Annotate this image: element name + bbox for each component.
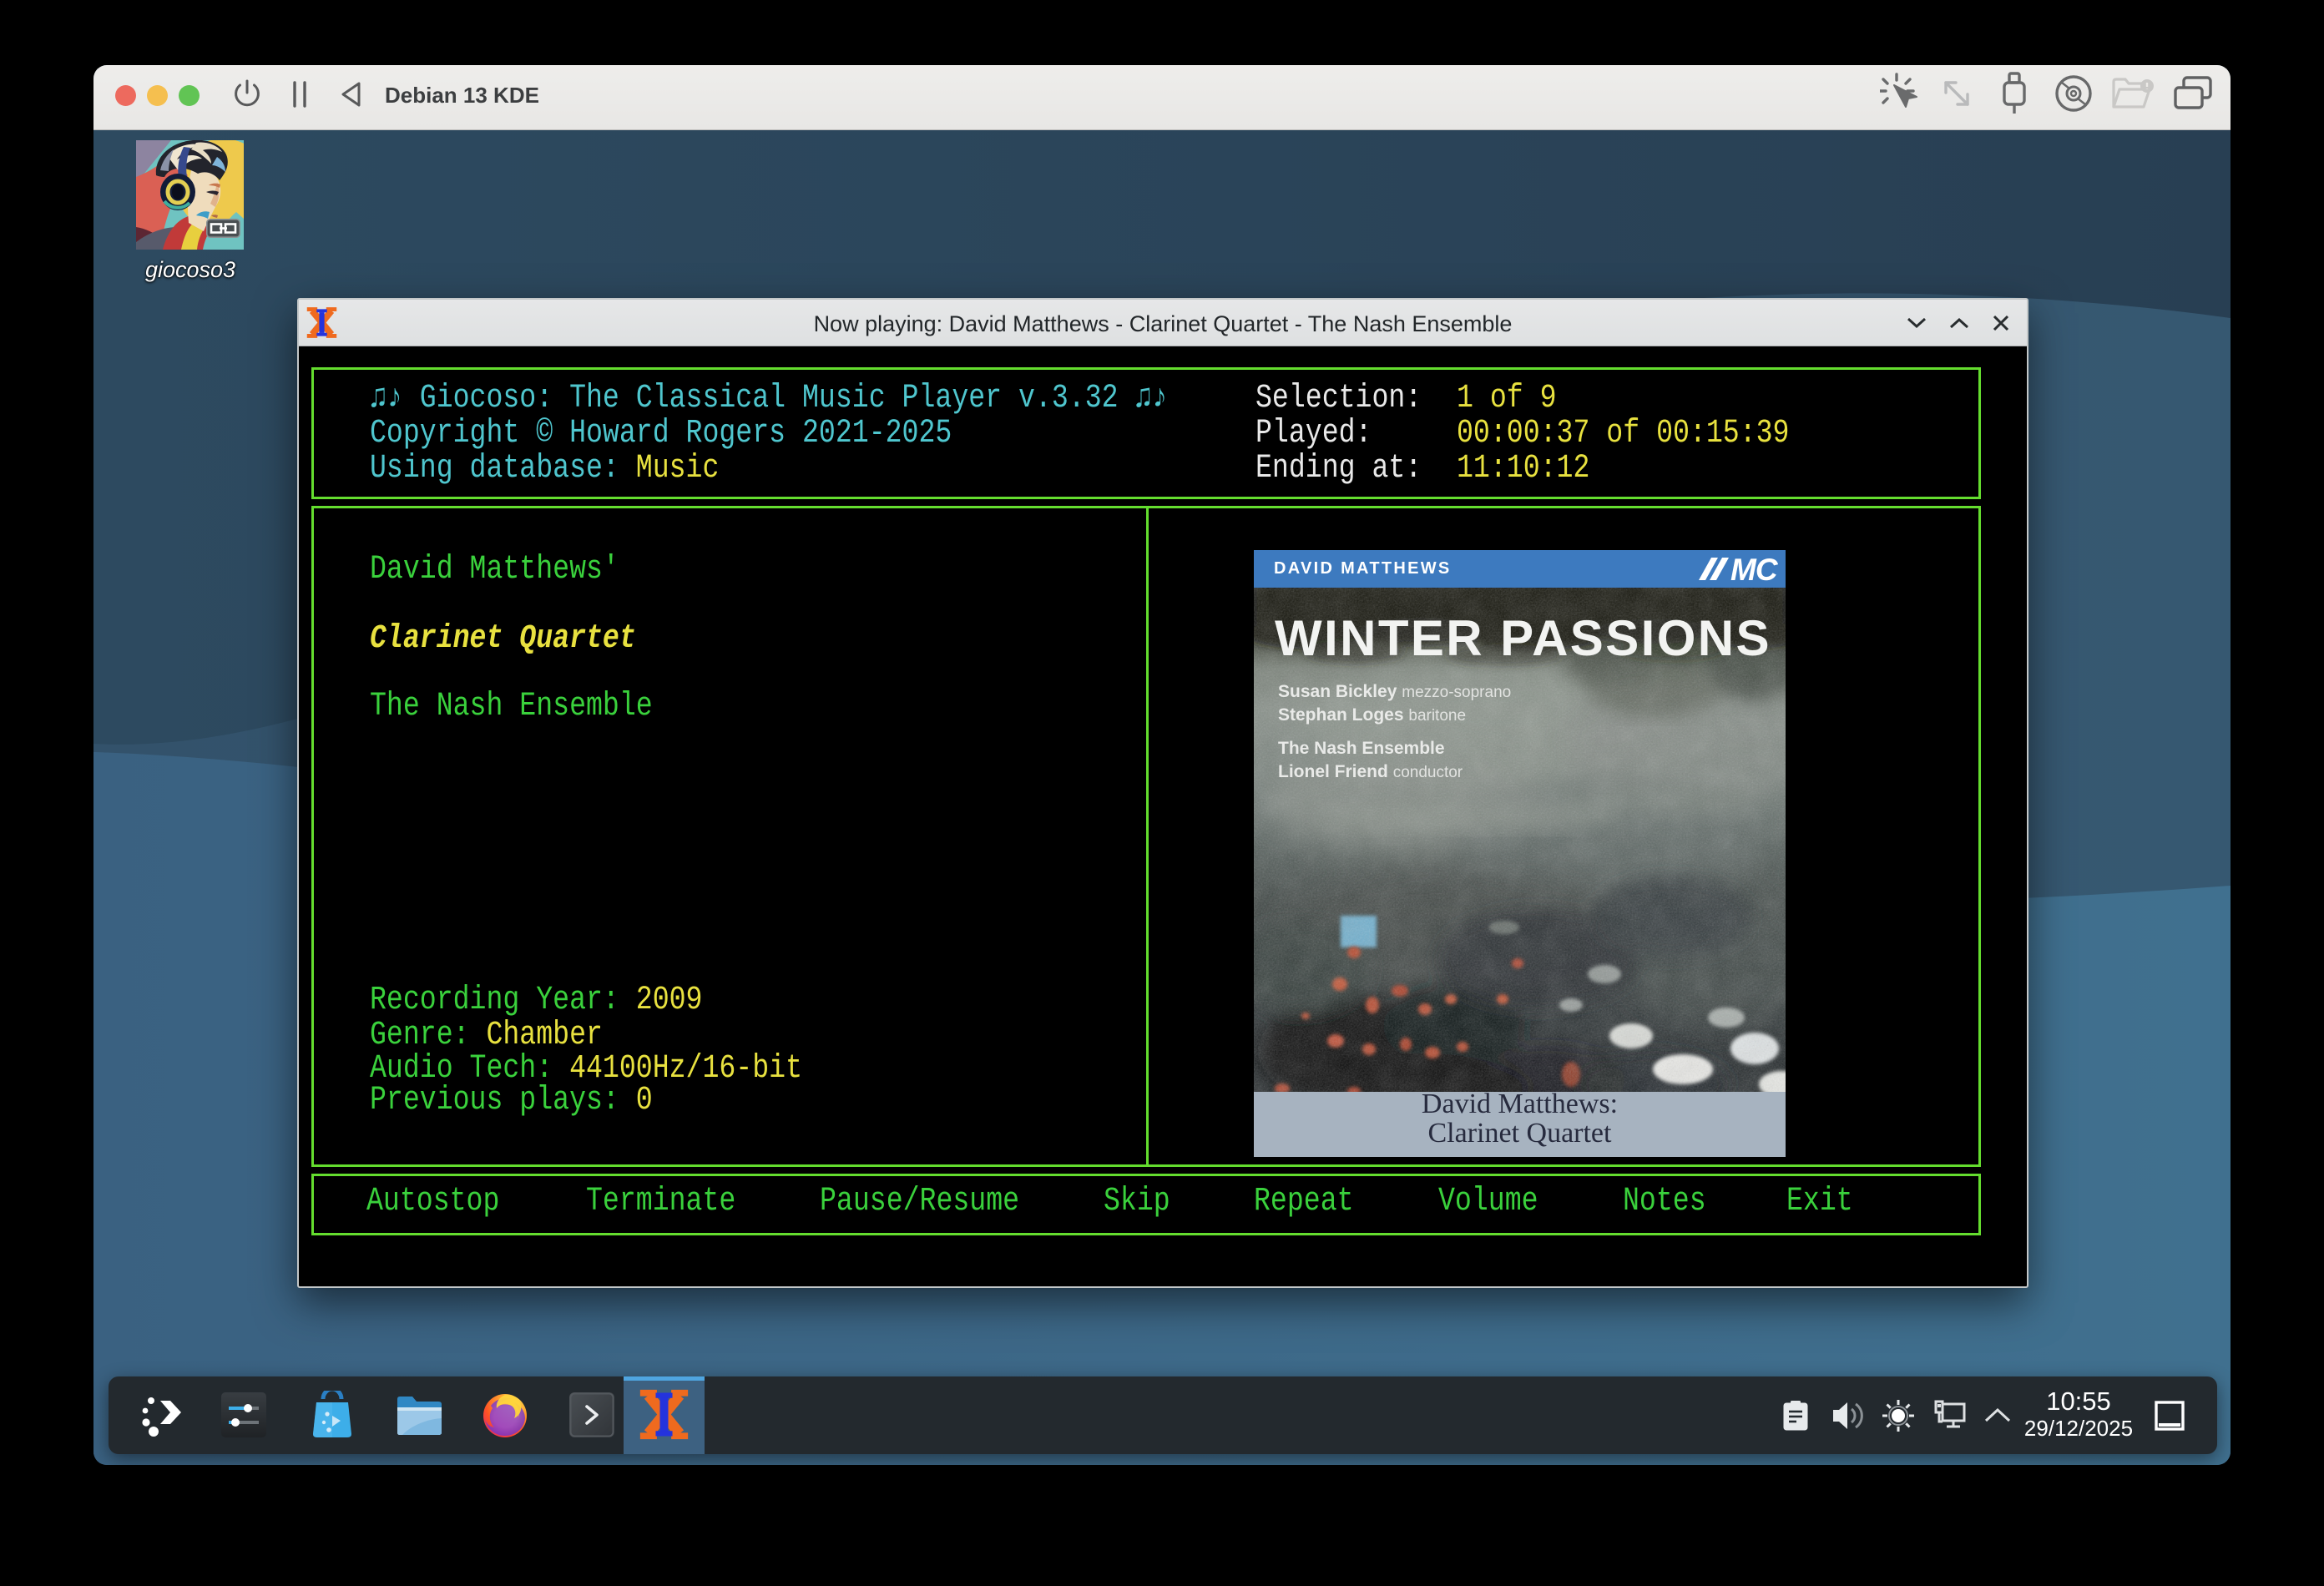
svg-text:MC: MC — [1730, 553, 1779, 587]
